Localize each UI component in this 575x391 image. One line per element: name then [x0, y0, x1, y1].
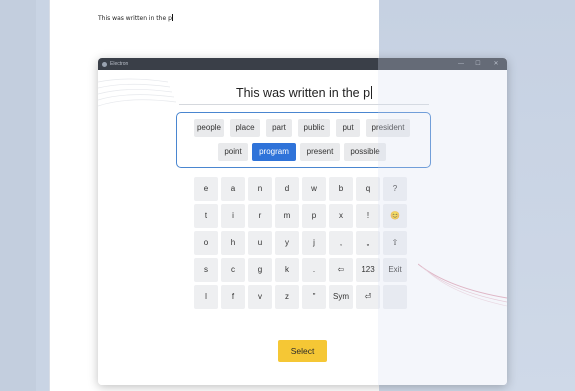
key-r[interactable]: r	[248, 204, 272, 228]
titlebar[interactable]: Electron — ☐ ✕	[98, 58, 507, 70]
backspace-key-icon[interactable]: ⇦	[329, 258, 353, 282]
keyboard-content: This was written in the p people place p…	[98, 70, 507, 385]
key-n[interactable]: n	[248, 177, 272, 201]
key-m[interactable]: m	[275, 204, 299, 228]
key-x[interactable]: x	[329, 204, 353, 228]
key-h[interactable]: h	[221, 231, 245, 255]
text-caret	[371, 86, 373, 99]
suggestion-put[interactable]: put	[336, 119, 360, 137]
key-double-quote[interactable]: "	[302, 285, 326, 309]
close-button[interactable]: ✕	[490, 59, 502, 69]
key-p[interactable]: p	[302, 204, 326, 228]
emoji-key-icon[interactable]: 😊	[383, 204, 407, 228]
key-j[interactable]: j	[302, 231, 326, 255]
decorative-arcs	[98, 78, 177, 107]
numbers-key[interactable]: 123	[356, 258, 380, 282]
key-u[interactable]: u	[248, 231, 272, 255]
key-question-mark[interactable]: ?	[383, 177, 407, 201]
key-o[interactable]: o	[194, 231, 218, 255]
key-b[interactable]: b	[329, 177, 353, 201]
key-y[interactable]: y	[275, 231, 299, 255]
select-button[interactable]: Select	[278, 340, 327, 362]
key-k[interactable]: k	[275, 258, 299, 282]
suggestion-panel: people place part public put president p…	[176, 112, 431, 168]
key-low-quote[interactable]: „	[356, 231, 380, 255]
key-l[interactable]: l	[194, 285, 218, 309]
key-period[interactable]: .	[302, 258, 326, 282]
minimize-button[interactable]: —	[455, 59, 467, 69]
document-text[interactable]: This was written in the p	[98, 14, 173, 22]
key-a[interactable]: a	[221, 177, 245, 201]
app-icon	[102, 61, 107, 67]
shift-key-icon[interactable]: ⇧	[383, 231, 407, 255]
key-t[interactable]: t	[194, 204, 218, 228]
document-caret	[171, 14, 173, 21]
electron-window: Electron — ☐ ✕ This was written in the p…	[98, 58, 507, 385]
key-q[interactable]: q	[356, 177, 380, 201]
suggestion-part[interactable]: part	[266, 119, 292, 137]
key-d[interactable]: d	[275, 177, 299, 201]
desktop-background-left	[0, 0, 36, 391]
suggestion-program[interactable]: program	[252, 143, 296, 161]
suggestion-possible[interactable]: possible	[344, 143, 386, 161]
key-v[interactable]: v	[248, 285, 272, 309]
suggestion-present[interactable]: present	[300, 143, 340, 161]
blank-key[interactable]	[383, 285, 407, 309]
key-comma[interactable]: ,	[329, 231, 353, 255]
enter-key-icon[interactable]: ⏎	[356, 285, 380, 309]
key-w[interactable]: w	[302, 177, 326, 201]
suggestion-place[interactable]: place	[230, 119, 260, 137]
decorative-wave	[418, 263, 507, 307]
key-z[interactable]: z	[275, 285, 299, 309]
key-exclamation[interactable]: !	[356, 204, 380, 228]
key-e[interactable]: e	[194, 177, 218, 201]
key-s[interactable]: s	[194, 258, 218, 282]
suggestion-point[interactable]: point	[218, 143, 248, 161]
key-f[interactable]: f	[221, 285, 245, 309]
key-i[interactable]: i	[221, 204, 245, 228]
exit-key[interactable]: Exit	[383, 258, 407, 282]
suggestion-president[interactable]: president	[366, 119, 410, 137]
window-title: Electron	[110, 61, 129, 67]
symbols-key[interactable]: Sym	[329, 285, 353, 309]
suggestion-people[interactable]: people	[194, 119, 224, 137]
maximize-button[interactable]: ☐	[472, 59, 484, 69]
key-c[interactable]: c	[221, 258, 245, 282]
key-g[interactable]: g	[248, 258, 272, 282]
suggestion-public[interactable]: public	[298, 119, 330, 137]
typed-text-display: This was written in the p	[179, 82, 429, 105]
